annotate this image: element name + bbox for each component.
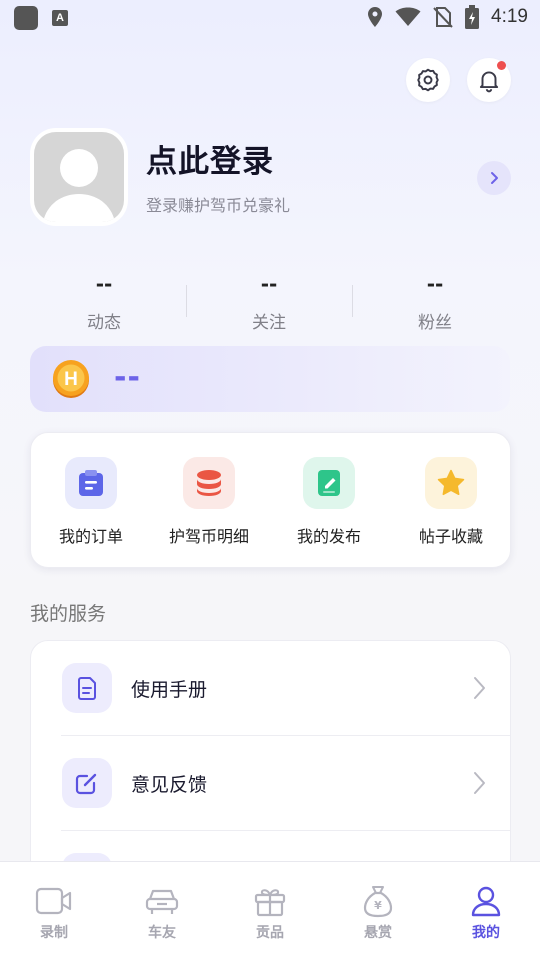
stat-following-label: 关注 — [252, 313, 286, 333]
service-item-manual[interactable]: 使用手册 — [31, 641, 510, 736]
chevron-right-icon — [474, 677, 485, 699]
default-avatar-icon — [43, 149, 115, 222]
status-bar: A 4:19 — [0, 0, 540, 36]
svc-icon-bg — [62, 758, 112, 808]
quick-action-my-orders[interactable]: 我的订单 — [31, 457, 151, 547]
manual-icon — [78, 677, 96, 700]
nav-tab-mine[interactable]: 我的 — [432, 884, 540, 942]
nav-tab-bounty[interactable]: ¥ 悬赏 — [324, 884, 432, 942]
stat-divider — [352, 285, 353, 317]
quick-action-favorites[interactable]: 帖子收藏 — [391, 457, 511, 547]
person-icon — [471, 886, 501, 917]
clipboard-icon — [79, 470, 103, 496]
bell-icon — [479, 71, 499, 93]
coin-balance-bar[interactable]: H -- — [30, 346, 510, 412]
nav-label: 我的 — [472, 925, 500, 941]
notification-badge — [497, 61, 506, 70]
service-item-label: 使用手册 — [131, 679, 208, 701]
stat-posts[interactable]: -- 动态 — [29, 272, 179, 333]
video-camera-icon — [35, 887, 72, 915]
feedback-edit-icon — [75, 773, 97, 795]
note-edit-icon — [318, 470, 340, 496]
battery-icon — [465, 5, 480, 29]
nav-label: 录制 — [40, 925, 68, 941]
money-bag-icon: ¥ — [363, 886, 393, 918]
notifications-button[interactable] — [467, 58, 511, 102]
login-prompt-subtitle: 登录赚护驾币兑豪礼 — [146, 196, 291, 215]
bottom-nav: 录制 车友 贡品 ¥ 悬赏 我的 — [0, 861, 540, 960]
stat-following[interactable]: -- 关注 — [194, 272, 344, 333]
nav-tab-car-friends[interactable]: 车友 — [108, 884, 216, 942]
stat-posts-label: 动态 — [87, 313, 121, 333]
quick-action-label: 帖子收藏 — [418, 527, 483, 546]
quick-action-label: 我的订单 — [58, 527, 123, 546]
quick-action-label: 我的发布 — [296, 527, 361, 546]
star-icon — [437, 469, 465, 496]
chevron-right-icon — [474, 772, 485, 794]
stat-followers[interactable]: -- 粉丝 — [360, 272, 510, 333]
quick-action-coin-details[interactable]: 护驾币明细 — [149, 457, 269, 547]
qi-bg — [65, 457, 117, 509]
nav-label: 悬赏 — [364, 925, 392, 941]
chevron-right-icon — [491, 172, 498, 184]
service-item-feedback[interactable]: 意见反馈 — [31, 736, 510, 831]
nav-label: 车友 — [148, 925, 176, 941]
a-notification-icon: A — [52, 10, 68, 26]
stat-posts-value: -- — [95, 272, 113, 296]
settings-button[interactable] — [406, 58, 450, 102]
wifi-icon — [395, 7, 421, 26]
gift-icon — [254, 889, 286, 917]
quick-action-my-posts[interactable]: 我的发布 — [269, 457, 389, 547]
nav-tab-record[interactable]: 录制 — [0, 884, 108, 942]
qi-bg — [303, 457, 355, 509]
quick-action-label: 护驾币明细 — [168, 527, 249, 546]
nav-tab-gifts[interactable]: 贡品 — [216, 884, 324, 942]
coins-stack-icon — [197, 470, 221, 496]
stat-followers-label: 粉丝 — [418, 313, 452, 333]
profile-arrow-button[interactable] — [477, 161, 511, 195]
quick-actions-card: 我的订单 护驾币明细 我的发布 帖子收藏 — [30, 432, 511, 568]
no-sim-icon — [433, 7, 453, 28]
car-icon — [145, 889, 179, 914]
svc-icon-bg — [62, 663, 112, 713]
coin-h-icon: H — [53, 360, 89, 398]
qi-bg — [183, 457, 235, 509]
status-time: 4:19 — [491, 6, 528, 27]
location-icon — [368, 7, 383, 27]
stat-following-value: -- — [260, 272, 278, 296]
coin-balance-value: -- — [114, 360, 141, 395]
stat-divider — [186, 285, 187, 317]
stat-followers-value: -- — [426, 272, 444, 296]
gear-icon — [417, 68, 439, 92]
avatar[interactable] — [30, 128, 128, 226]
app-notification-icon — [14, 6, 38, 30]
services-section-title: 我的服务 — [30, 603, 107, 625]
nav-label: 贡品 — [256, 925, 284, 941]
svg-text:H: H — [64, 369, 78, 390]
login-prompt-title[interactable]: 点此登录 — [146, 136, 274, 181]
service-item-label: 意见反馈 — [131, 774, 208, 796]
qi-bg — [425, 457, 477, 509]
svg-text:¥: ¥ — [374, 899, 382, 912]
